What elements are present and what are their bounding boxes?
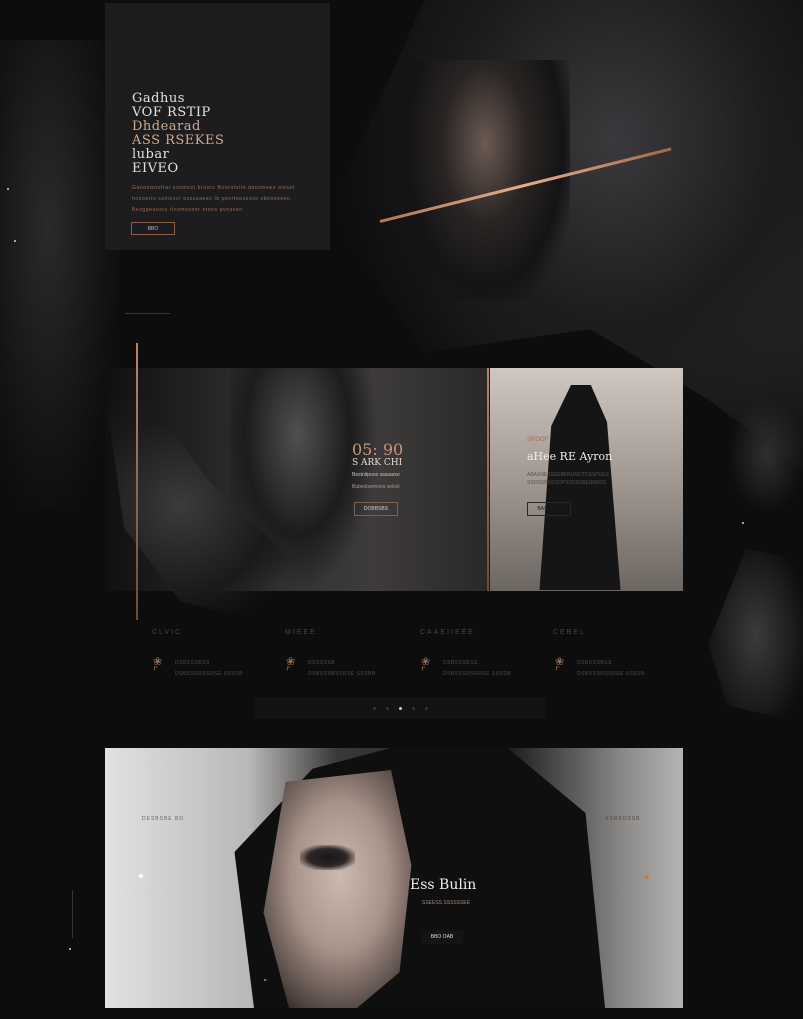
sparkle [742,522,744,524]
hero-title-line: Dhdearad [132,119,201,134]
hero-title-line: Gadhus [132,91,185,106]
feature-item[interactable]: ❀ ⌜ DSBSSSBSS DSBSSSRSSRSE SSSSB [421,657,541,679]
pagination-dot-active[interactable] [398,706,402,710]
hero-body-line: hoooorio sslnoscr ossssaeec Ib pesrtoess… [132,196,291,202]
sparkle [14,240,16,242]
gallery-a-text: Bestnitpoos sasaarso [352,472,400,478]
pagination-dot[interactable] [411,706,415,710]
hero-body-line: Ganonwoofrar sosmest bruorc Bonrutstin d… [132,185,295,191]
copper-divider-middle [487,368,489,591]
background-rock-left [0,40,120,510]
gallery-a-title: 05: 90 [352,440,404,459]
feature-item[interactable]: ❀ ⌜ DSSSSSB DSBSSSBSSRSE SSSBB [286,657,406,679]
feature-title: DSBSSSBSS [577,660,612,666]
feature-text: DSBSSSRSSRSE SSSSB [443,671,511,677]
feature-text: DSBSSSRSSRSE SSSSB [175,671,243,677]
feature-heading: CLVIC [152,629,183,636]
pagination [255,697,545,719]
hero-body: Ganonwoofrar sosmest bruorc Bonrutstin d… [132,183,312,216]
feature-title: DSBSSSBSS [175,660,210,666]
feature-title: DSSSSSB [308,660,336,666]
feature-title: DSBSSSBSS [443,660,478,666]
feature-text: DSBSSSRSSRSE SSSSB [577,671,645,677]
feature-item[interactable]: ❀ ⌜ DSBSSSBSS DSBSSSRSSRSE SSSSB [555,657,675,679]
bottom-text: SSEESS SSSSSSEE [422,900,471,906]
carousel-prev-dot[interactable] [139,874,143,878]
gallery-b-text: ABASNESSEEBERUSOTOSSPUES [527,472,609,478]
ornament-icon: ❀ ⌜ [421,656,431,678]
hero-title-line: EIVEO [132,161,179,176]
gallery-b-kicker: SROOF [527,437,549,443]
sparkle [7,188,9,190]
hero-title-line: ASS RSEKES [132,133,225,148]
gallery-b-text: SSOSSBUSSOPSSOSSBESREDS [527,480,607,486]
feature-heading: CAAEIIEEE [420,629,475,636]
feature-heading: MIEEE [285,629,317,636]
bottom-title: Ess Bulin [410,877,477,893]
hero-title: Gadhus VOF RSTIP Dhdearad ASS RSEKES lub… [132,92,322,176]
gallery-a-subtitle: S ARK CHI [352,458,403,468]
feature-item[interactable]: ❀ ⌜ DSBSSSBSS DSBSSSRSSRSE SSSSB [153,657,273,679]
bottom-right-label: SSRSOSSB [605,816,641,822]
gallery-b-title: aHee RE Ayron [527,450,613,463]
ornament-icon: ❀ ⌜ [286,656,296,678]
pagination-dot[interactable] [385,706,389,710]
pagination-dot[interactable] [372,706,376,710]
feature-text: DSBSSSBSSRSE SSSBB [308,671,376,677]
carousel-next-dot[interactable] [644,875,649,879]
sparkle [69,948,71,950]
bottom-eye-makeup [300,845,355,870]
background-rock-right-upper [730,400,803,510]
hero-button[interactable]: BBO [131,222,175,235]
hero-title-line: lubar [132,147,170,162]
ornament-icon: ❀ ⌜ [153,656,163,678]
decor-line [125,313,170,314]
decor-line [72,890,73,938]
hero-body-line: Besggeaosrs rlosmsooer sroos pvosseo [132,207,243,213]
quote-icon: “ [264,978,267,987]
ornament-icon: ❀ ⌜ [555,656,565,678]
feature-heading: CEBEL [553,629,586,636]
copper-divider-left [136,343,138,620]
bottom-left-label: DESBSBE BD [142,816,184,822]
gallery-b-button[interactable]: BASSBBE [527,502,571,516]
hero-title-line: VOF RSTIP [132,105,211,120]
pagination-dot[interactable] [424,706,428,710]
gallery-a-text: Bubestsernoes selsol [352,484,400,490]
bottom-button[interactable]: BBO OAB [421,930,463,944]
background-rock-right [708,548,803,723]
gallery-a-button[interactable]: DOBBSBS [354,502,398,516]
